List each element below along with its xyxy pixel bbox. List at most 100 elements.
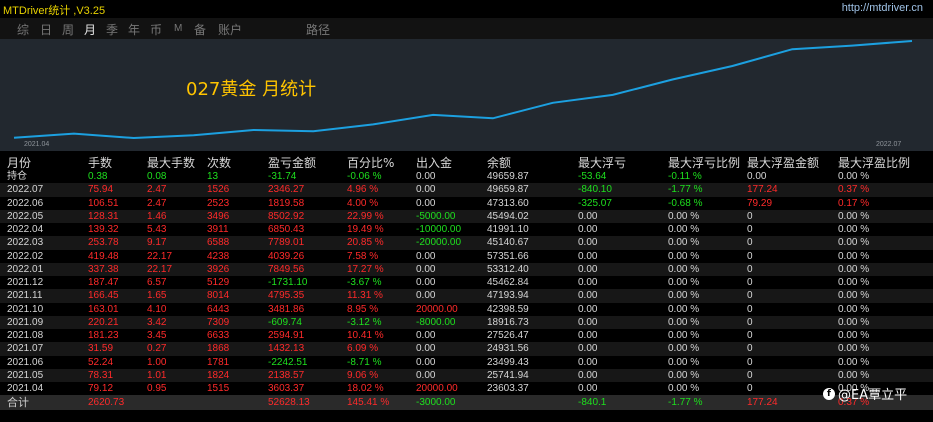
table-row[interactable]: 2021.11 166.45 1.65 8014 4795.35 11.31 % 0.00 4… — [0, 289, 933, 303]
cell-deposit-withdraw: 20000.00 — [416, 303, 458, 315]
table-row[interactable]: 2022.02 419.48 22.17 4238 4039.26 7.58 % 0.00 5… — [0, 250, 933, 263]
tab-overview[interactable]: 综 — [15, 21, 31, 38]
header-max-lots[interactable]: 最大手数 — [147, 154, 195, 171]
header-max-float-loss-pct[interactable]: 最大浮亏比例 — [668, 154, 740, 171]
table-row[interactable]: 2021.06 52.24 1.00 1781 -2242.51 -8.71 % 0.00 2… — [0, 356, 933, 369]
header-trades[interactable]: 次数 — [207, 154, 231, 171]
cell-max-lots: 3.42 — [147, 316, 167, 328]
table-row[interactable]: 2022.03 253.78 9.17 6588 7789.01 20.85 % -2000… — [0, 236, 933, 250]
header-max-float-profit[interactable]: 最大浮盈金额 — [747, 154, 819, 171]
watermark-text: @EA覃立平 — [838, 388, 908, 403]
cell-lots: 79.12 — [88, 383, 114, 394]
table-row[interactable]: 2022.01 337.38 22.17 3926 7849.56 17.27 % 0.00… — [0, 262, 933, 276]
cell-max-float-loss: 0.00 — [578, 210, 598, 222]
cell-max-float-loss: 0.00 — [578, 290, 598, 302]
cell-pnl: -609.74 — [268, 316, 302, 328]
cell-max-lots: 4.10 — [147, 303, 167, 315]
header-max-float-loss[interactable]: 最大浮亏 — [578, 154, 626, 171]
total-lots: 2620.73 — [88, 397, 125, 409]
cell-lots: 181.23 — [88, 330, 119, 341]
cell-pnl: -31.74 — [268, 171, 297, 182]
cell-max-lots: 22.17 — [147, 263, 173, 275]
monthly-stats-table: 月份 手数 最大手数 次数 盈亏金额 百分比% 出入金 余额 最大浮亏 最大浮亏比例 最大浮盈金额 最… — [0, 153, 933, 422]
cell-lots: 128.31 — [88, 210, 119, 222]
cell-max-float-loss-pct: 0.00 % — [668, 343, 700, 355]
cell-max-lots: 1.00 — [147, 356, 167, 368]
cell-lots: 187.47 — [88, 277, 119, 288]
cell-percent: 20.85 % — [347, 237, 384, 249]
cell-percent: -0.06 % — [347, 171, 382, 182]
table-row-open-positions[interactable]: 持仓 0.38 0.08 13 -31.74 -0.06 % 0.00 49659.87 -53… — [0, 170, 933, 183]
cell-max-float-loss: -325.07 — [578, 197, 612, 209]
cell-month: 2021.08 — [7, 330, 44, 341]
cell-max-lots: 0.08 — [147, 171, 167, 182]
cell-balance: 53312.40 — [487, 263, 529, 275]
cell-deposit-withdraw: 0.00 — [416, 171, 436, 182]
cell-max-float-profit-pct: 0.00 % — [838, 250, 870, 262]
header-balance[interactable]: 余额 — [487, 154, 511, 171]
cell-max-float-loss: 0.00 — [578, 224, 598, 235]
tab-week[interactable]: 周 — [60, 21, 76, 38]
cell-percent: 18.02 % — [347, 383, 384, 394]
cell-percent: 4.96 % — [347, 184, 379, 196]
cell-deposit-withdraw: 0.00 — [416, 343, 436, 355]
cell-max-float-loss-pct: 0.00 % — [668, 330, 700, 341]
tab-m[interactable]: M — [172, 23, 184, 34]
cell-max-float-profit: 0 — [747, 330, 753, 341]
table-row[interactable]: 2022.06 106.51 2.47 2523 1819.58 4.00 % 0.00 47… — [0, 197, 933, 210]
cell-trades: 3926 — [207, 263, 230, 275]
website-link[interactable]: http://mtdriver.cn — [842, 2, 923, 14]
cell-month: 持仓 — [7, 171, 27, 182]
cell-max-float-loss: 0.00 — [578, 303, 598, 315]
table-row[interactable]: 2022.05 128.31 1.46 3496 8502.92 22.99 % -5000… — [0, 209, 933, 223]
cell-max-float-profit-pct: 0.37 % — [838, 184, 870, 196]
table-row[interactable]: 2021.10 163.01 4.10 6443 3481.86 8.95 % 20000.… — [0, 303, 933, 316]
cell-pnl: 1819.58 — [268, 197, 305, 209]
header-month[interactable]: 月份 — [7, 154, 31, 171]
x-tick-end: 2022.07 — [876, 141, 902, 148]
cell-percent: 17.27 % — [347, 263, 384, 275]
facebook-icon: f — [823, 387, 835, 400]
cell-max-float-profit-pct: 0.00 % — [838, 316, 870, 328]
cell-balance: 23603.37 — [487, 383, 529, 394]
tab-currency[interactable]: 币 — [148, 21, 164, 38]
cell-max-float-loss-pct: -0.68 % — [668, 197, 703, 209]
table-row[interactable]: 2021.12 187.47 6.57 5129 -1731.10 -3.67 % 0.00… — [0, 276, 933, 289]
header-pnl[interactable]: 盈亏金额 — [268, 154, 316, 171]
tab-notes[interactable]: 备 — [192, 21, 208, 38]
cell-month: 2022.02 — [7, 250, 44, 262]
table-row[interactable]: 2021.05 78.31 1.01 1824 2138.57 9.06 % 0.00 257… — [0, 368, 933, 382]
cell-percent: 9.06 % — [347, 369, 379, 381]
cell-lots: 78.31 — [88, 369, 114, 381]
cell-max-float-loss: 0.00 — [578, 356, 598, 368]
cell-balance: 45140.67 — [487, 237, 529, 249]
table-row-total: 合计 2620.73 52628.13 145.41 % -3000.00 -840.1 -… — [0, 395, 933, 411]
cell-max-lots: 2.47 — [147, 197, 167, 209]
table-row[interactable]: 2021.09 220.21 3.42 7309 -609.74 -3.12 % -8000… — [0, 315, 933, 329]
tab-day[interactable]: 日 — [38, 21, 54, 38]
header-deposit-withdraw[interactable]: 出入金 — [416, 154, 452, 171]
table-row[interactable]: 2022.07 75.94 2.47 1526 2346.27 4.96 % 0.00 496… — [0, 183, 933, 197]
table-row[interactable]: 2021.08 181.23 3.45 6633 2594.91 10.41 % 0.00 2… — [0, 329, 933, 342]
cell-max-float-loss-pct: 0.00 % — [668, 224, 700, 235]
cell-trades: 6633 — [207, 330, 230, 341]
cell-max-float-loss: 0.00 — [578, 369, 598, 381]
header-max-float-profit-pct[interactable]: 最大浮盈比例 — [838, 154, 910, 171]
tab-account[interactable]: 账户 — [216, 21, 244, 38]
tab-quarter[interactable]: 季 — [104, 21, 120, 38]
cell-max-float-profit: 0 — [747, 356, 753, 368]
cell-deposit-withdraw: 0.00 — [416, 369, 436, 381]
tab-path[interactable]: 路径 — [304, 21, 332, 38]
cell-deposit-withdraw: 0.00 — [416, 330, 436, 341]
tab-month[interactable]: 月 — [82, 21, 98, 38]
tab-year[interactable]: 年 — [126, 21, 142, 38]
table-row[interactable]: 2022.04 139.32 5.43 3911 6850.43 19.49 % -1000… — [0, 223, 933, 236]
cell-percent: 19.49 % — [347, 224, 384, 235]
table-row[interactable]: 2021.04 79.12 0.95 1515 3603.37 18.02 % 20000.… — [0, 382, 933, 395]
title-bar: MTDriver统计 ,V3.25 http://mtdriver.cn — [0, 0, 933, 18]
header-lots[interactable]: 手数 — [88, 154, 112, 171]
table-row[interactable]: 2021.07 31.59 0.27 1868 1432.13 6.09 % 0.00 249… — [0, 342, 933, 356]
header-percent[interactable]: 百分比% — [347, 154, 394, 171]
cell-max-float-profit: 79.29 — [747, 197, 773, 209]
cell-max-float-loss: -840.10 — [578, 184, 612, 196]
